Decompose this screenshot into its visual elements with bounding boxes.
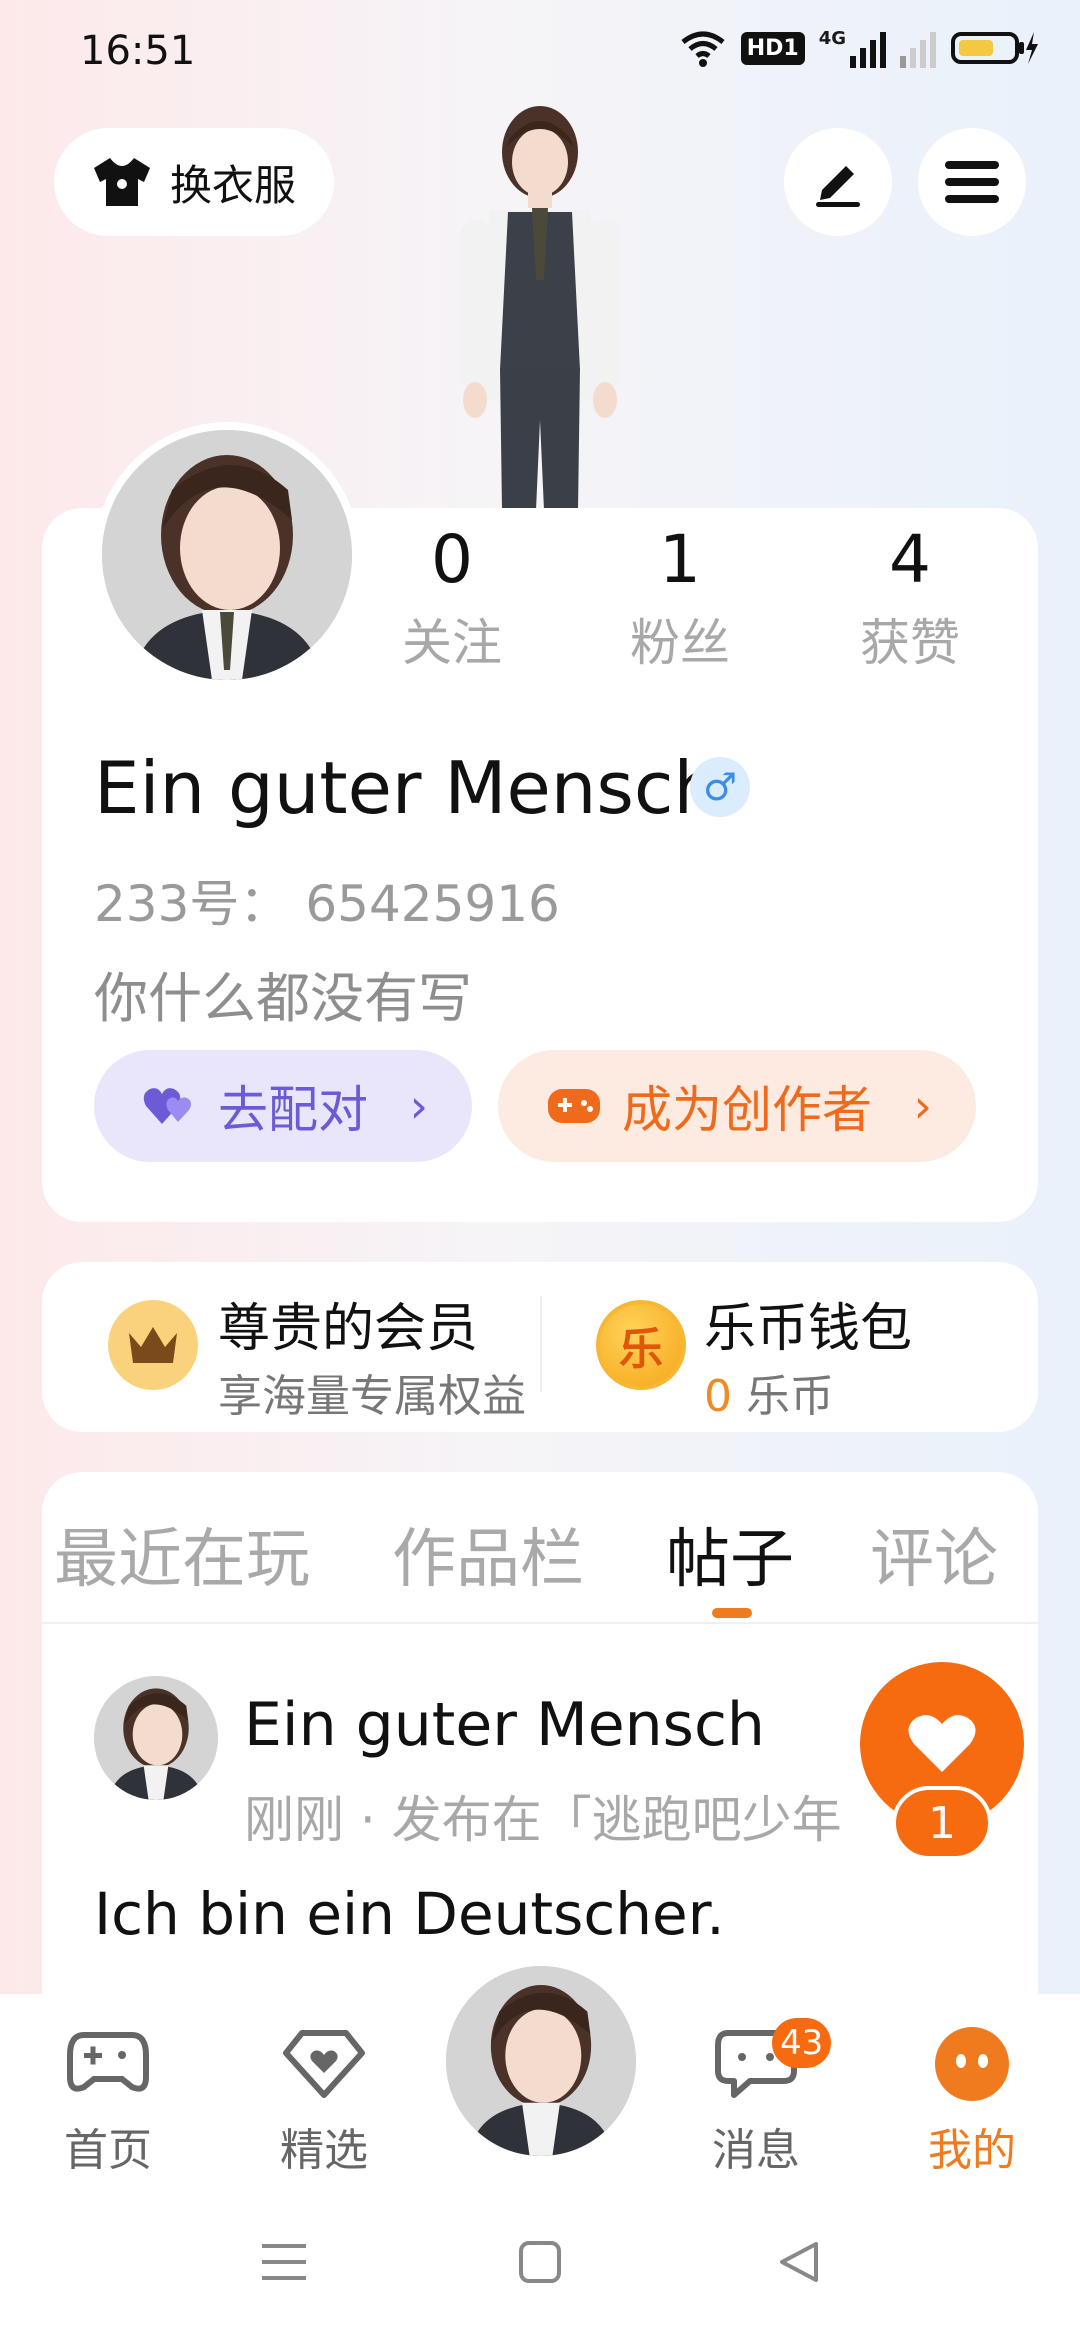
post-author-avatar[interactable] (94, 1676, 218, 1800)
nav-home-label: 首页 (64, 2125, 152, 2176)
tab-works[interactable]: 作品栏 (392, 1508, 584, 1600)
hamburger-menu-icon (945, 161, 999, 203)
hearts-icon (143, 1088, 192, 1124)
nav-avatar-center[interactable] (446, 1966, 636, 2156)
avatar-portrait-icon (102, 430, 352, 680)
nav-featured[interactable]: 精选 (254, 2022, 394, 2178)
nav-me[interactable]: 我的 (902, 2022, 1042, 2178)
stat-likes-value: 4 (889, 521, 931, 598)
match-button-label: 去配对 (218, 1081, 368, 1139)
nav-me-label: 我的 (928, 2125, 1016, 2176)
stat-followers-label: 粉丝 (630, 614, 730, 672)
avatar-3d-figure[interactable] (420, 100, 660, 510)
tab-comments[interactable]: 评论 (870, 1508, 998, 1600)
post-meta[interactable]: 刚刚 · 发布在「逃跑吧少年 (244, 1780, 842, 1852)
match-button[interactable]: 去配对 › (94, 1050, 472, 1162)
become-creator-button[interactable]: 成为创作者 › (498, 1050, 976, 1162)
status-bar: 16:51 HD1 4G (0, 0, 1080, 110)
stat-followers-value: 1 (659, 521, 701, 598)
tab-divider (42, 1622, 1038, 1624)
profile-bio: 你什么都没有写 (94, 967, 472, 1030)
heart-icon (908, 1715, 976, 1772)
tab-posts[interactable]: 帖子 (666, 1508, 794, 1600)
home-square-icon[interactable] (518, 2240, 562, 2284)
stat-followers[interactable]: 1 粉丝 (590, 520, 770, 678)
stat-following-value: 0 (431, 521, 473, 598)
male-gender-icon: ♂ (690, 757, 750, 817)
status-time: 16:51 (80, 28, 196, 74)
tab-active-indicator (712, 1608, 752, 1618)
stat-likes[interactable]: 4 获赞 (820, 520, 1000, 678)
become-creator-label: 成为创作者 (622, 1081, 872, 1139)
membership-divider (540, 1296, 542, 1392)
gamepad-icon (67, 2032, 149, 2092)
network-type-label: 4G (818, 28, 846, 49)
recent-apps-icon[interactable] (260, 2240, 308, 2284)
avatar-portrait-icon (94, 1676, 218, 1800)
status-icons: HD1 4G (679, 28, 1040, 68)
back-triangle-icon[interactable] (776, 2240, 820, 2284)
vip-title[interactable]: 尊贵的会员 (218, 1286, 478, 1361)
nav-home[interactable]: 首页 (38, 2022, 178, 2178)
post-text[interactable]: Ich bin ein Deutscher. (94, 1880, 725, 1948)
chevron-right-icon: › (409, 1079, 428, 1133)
wallet-title[interactable]: 乐币钱包 (704, 1286, 912, 1361)
change-outfit-label: 换衣服 (170, 160, 297, 210)
gamepad-orange-icon (548, 1089, 600, 1123)
hd-badge-icon: HD1 (740, 31, 805, 65)
avatar-portrait-icon (446, 1966, 636, 2156)
signal-icon: 4G (819, 28, 886, 68)
menu-button[interactable] (918, 128, 1026, 236)
edit-pen-icon (816, 166, 860, 207)
nav-messages-label: 消息 (712, 2125, 800, 2176)
wallet-amount: 0 (704, 1371, 732, 1422)
heart-diamond-icon (283, 2030, 365, 2098)
wifi-icon (681, 31, 725, 67)
shirt-icon (94, 158, 150, 206)
nav-featured-label: 精选 (280, 2125, 368, 2176)
profile-username: Ein guter Mensch (94, 746, 720, 830)
stat-likes-label: 获赞 (860, 614, 960, 672)
coin-icon[interactable]: 乐 (596, 1300, 686, 1390)
post-author-name[interactable]: Ein guter Mensch (244, 1690, 765, 1760)
vip-subtitle: 享海量专属权益 (218, 1371, 526, 1422)
battery-icon (951, 32, 1038, 64)
profile-user-id: 233号： 65425916 (94, 875, 560, 933)
edit-profile-button[interactable] (784, 128, 892, 236)
chevron-right-icon: › (913, 1079, 932, 1133)
tab-recently-played[interactable]: 最近在玩 (54, 1508, 310, 1600)
wallet-subtitle: 0 乐币 (704, 1360, 834, 1424)
stat-following[interactable]: 0 关注 (362, 520, 542, 678)
stat-following-label: 关注 (402, 614, 502, 672)
messages-count-badge: 43 (772, 2018, 832, 2068)
profile-avatar[interactable] (94, 422, 360, 688)
wallet-unit: 乐币 (746, 1371, 834, 1422)
signal-2-icon (900, 28, 936, 68)
like-count-badge: 1 (892, 1786, 992, 1860)
change-outfit-button[interactable]: 换衣服 (54, 128, 334, 236)
profile-face-icon (935, 2027, 1009, 2101)
crown-icon[interactable] (108, 1300, 198, 1390)
